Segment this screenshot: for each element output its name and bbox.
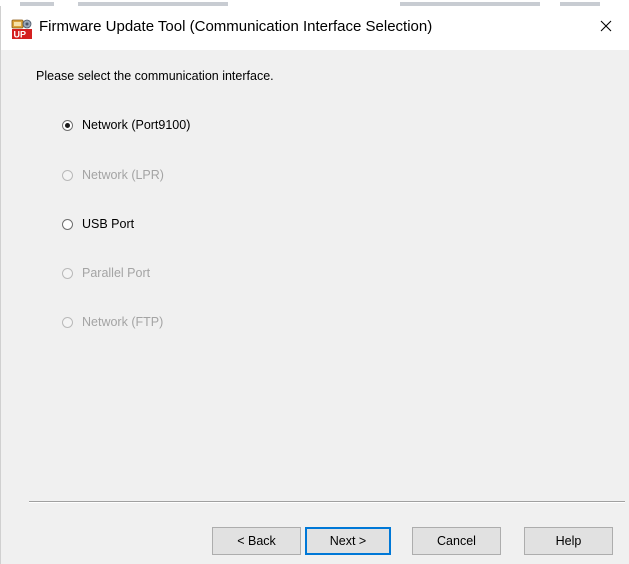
firmware-update-app-icon: UP	[11, 18, 33, 40]
svg-text:UP: UP	[14, 30, 27, 40]
back-button[interactable]: < Back	[212, 527, 301, 555]
radio-label: Network (FTP)	[82, 315, 164, 329]
help-button[interactable]: Help	[524, 527, 613, 555]
title-bar[interactable]: UP Firmware Update Tool (Communication I…	[1, 6, 629, 50]
radio-label: USB Port	[82, 217, 135, 231]
radio-option-parallel-port: Parallel Port	[62, 265, 150, 281]
radio-option-network-lpr: Network (LPR)	[62, 167, 164, 183]
instruction-label: Please select the communication interfac…	[36, 69, 274, 83]
next-button[interactable]: Next >	[305, 527, 391, 555]
dialog-window: UP Firmware Update Tool (Communication I…	[0, 6, 629, 564]
radio-option-network-ftp: Network (FTP)	[62, 314, 163, 330]
radio-button-disabled	[62, 316, 73, 328]
close-icon	[600, 19, 612, 37]
cancel-button[interactable]: Cancel	[412, 527, 501, 555]
radio-button[interactable]	[62, 218, 73, 230]
window-title: Firmware Update Tool (Communication Inte…	[39, 18, 433, 35]
close-button[interactable]	[583, 6, 629, 50]
radio-option-usb-port[interactable]: USB Port	[62, 216, 134, 232]
radio-option-network-port9100[interactable]: Network (Port9100)	[62, 117, 190, 133]
radio-label: Network (Port9100)	[82, 118, 191, 132]
radio-label: Network (LPR)	[82, 168, 164, 182]
radio-button-selected[interactable]	[62, 119, 73, 131]
button-separator	[29, 501, 625, 503]
radio-button-disabled	[62, 169, 73, 181]
radio-button-disabled	[62, 267, 73, 279]
radio-label: Parallel Port	[82, 266, 151, 280]
